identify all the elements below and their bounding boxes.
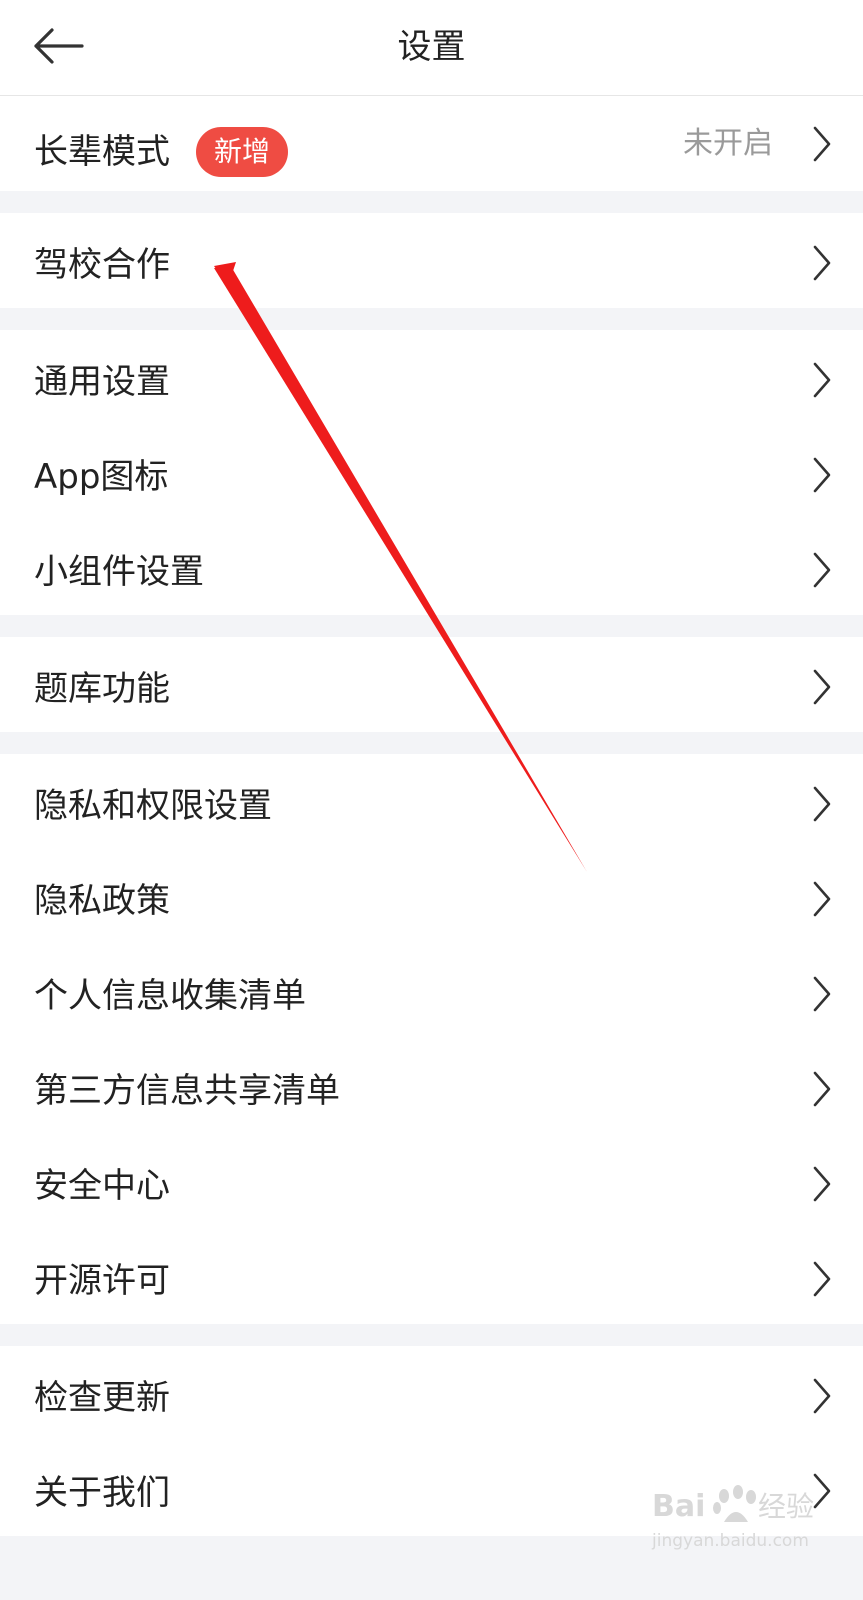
settings-row-label: 关于我们 [34,1473,170,1513]
settings-row-label: 个人信息收集清单 [34,976,306,1016]
settings-row-label: 开源许可 [34,1261,170,1301]
chevron-right-icon [813,245,831,281]
settings-row-open-source-license[interactable]: 开源许可 [0,1229,863,1324]
page-title: 设置 [397,27,466,67]
chevron-right-icon [813,552,831,588]
chevron-right-icon [813,1261,831,1297]
settings-row-label: 驾校合作 [34,245,170,285]
settings-row-security-center[interactable]: 安全中心 [0,1134,863,1229]
top-bar: 设置 [0,0,863,96]
settings-row-privacy-policy[interactable]: 隐私政策 [0,849,863,944]
settings-row-label: 小组件设置 [34,552,204,592]
settings-row-label: App图标 [34,457,169,497]
status-text: 未开启 [683,126,773,161]
new-badge: 新增 [196,127,289,177]
chevron-right-icon [813,669,831,705]
settings-row-privacy-permission-settings[interactable]: 隐私和权限设置 [0,754,863,849]
chevron-right-icon [813,881,831,917]
settings-row-label: 检查更新 [34,1378,170,1418]
settings-row-label: 长辈模式 [34,132,170,172]
chevron-right-icon [813,1378,831,1414]
settings-row-label: 安全中心 [34,1166,170,1206]
settings-row-label: 隐私政策 [34,881,170,921]
chevron-right-icon [813,786,831,822]
settings-row-label: 通用设置 [34,362,170,402]
settings-row-third-party-sharing-list[interactable]: 第三方信息共享清单 [0,1039,863,1134]
settings-row-driving-school-cooperation[interactable]: 驾校合作 [0,213,863,308]
settings-row-label: 第三方信息共享清单 [34,1071,340,1111]
settings-row-about-us[interactable]: 关于我们 [0,1441,863,1536]
chevron-right-icon [813,1166,831,1202]
settings-row-elderly-mode[interactable]: 长辈模式 新增 未开启 [0,96,863,191]
chevron-right-icon [813,362,831,398]
chevron-right-icon [813,457,831,493]
settings-row-label: 题库功能 [34,669,170,709]
settings-row-question-bank[interactable]: 题库功能 [0,637,863,732]
chevron-right-icon [813,1071,831,1107]
settings-row-general-settings[interactable]: 通用设置 [0,330,863,425]
chevron-right-icon [813,1473,831,1509]
settings-row-personal-info-list[interactable]: 个人信息收集清单 [0,944,863,1039]
settings-row-check-update[interactable]: 检查更新 [0,1346,863,1441]
chevron-right-icon [813,976,831,1012]
settings-row-app-icon[interactable]: App图标 [0,425,863,520]
settings-row-label: 隐私和权限设置 [34,786,272,826]
settings-row-widget-settings[interactable]: 小组件设置 [0,520,863,615]
chevron-right-icon [813,126,831,162]
